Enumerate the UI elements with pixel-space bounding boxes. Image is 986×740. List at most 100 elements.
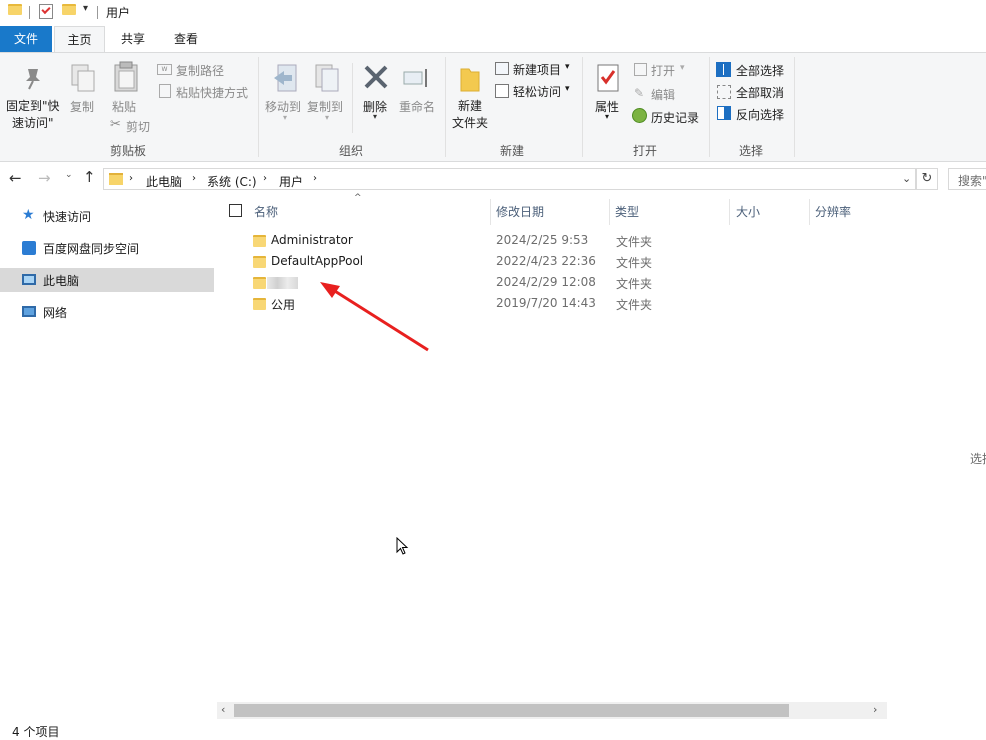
breadcrumb-this-pc[interactable]: 此电脑 [146, 173, 182, 190]
delete-dropdown-icon[interactable]: ▾ [373, 112, 377, 121]
nav-item-label: 快速访问 [43, 210, 92, 224]
nav-item-label: 此电脑 [43, 274, 80, 288]
window-title: 用户 [106, 6, 131, 20]
easy-access-dropdown-icon[interactable]: ▾ [565, 84, 570, 94]
file-type: 文件夹 [616, 298, 653, 312]
history-button[interactable]: 历史记录 [651, 109, 699, 126]
column-divider[interactable] [729, 199, 730, 225]
paste-button[interactable]: 粘贴 [112, 98, 136, 115]
tab-file[interactable]: 文件 [0, 26, 52, 52]
select-all-button[interactable]: 全部选择 [736, 62, 784, 79]
forward-arrow-icon[interactable]: → [38, 169, 51, 187]
rename-button[interactable]: 重命名 [399, 98, 435, 115]
open-button[interactable]: 打开 [651, 62, 675, 79]
annotation-arrow [320, 282, 429, 352]
delete-x-icon [362, 63, 390, 94]
navigation-pane: ★ 快速访问 百度网盘同步空间 此电脑 网络 [0, 195, 215, 715]
paste-shortcut-icon [159, 84, 171, 98]
address-box[interactable]: › 此电脑 › 系统 (C:) › 用户 › ⌄ [103, 168, 916, 190]
copy-path-button[interactable]: 复制路径 [176, 62, 224, 79]
recent-locations-chevron-icon[interactable]: ⌄ [65, 170, 73, 180]
new-folder-icon [459, 65, 481, 96]
column-modified[interactable]: 修改日期 [496, 203, 544, 220]
mouse-cursor-icon [396, 537, 409, 555]
copy-button[interactable]: 复制 [70, 98, 94, 115]
nav-item-this-pc[interactable]: 此电脑 [0, 268, 214, 292]
select-all-checkbox[interactable] [229, 204, 242, 217]
search-input[interactable]: 搜索" [948, 168, 986, 190]
quick-access-dropdown-icon[interactable]: ▾ [83, 3, 88, 14]
edit-button[interactable]: 编辑 [651, 86, 675, 103]
horizontal-scrollbar[interactable]: ‹ › [217, 702, 887, 719]
tab-home[interactable]: 主页 [54, 26, 105, 53]
file-name: Administrator [271, 233, 353, 247]
pin-icon [22, 67, 44, 94]
ribbon-tabs: 文件 主页 共享 查看 [0, 26, 986, 53]
select-none-button[interactable]: 全部取消 [736, 84, 784, 101]
tab-view[interactable]: 查看 [162, 26, 210, 52]
pin-quick-access-button[interactable]: 固定到"快 [6, 97, 60, 114]
scroll-left-arrow-icon[interactable]: ‹ [221, 703, 225, 716]
move-to-dropdown-icon[interactable]: ▾ [283, 113, 287, 122]
select-none-icon [717, 85, 731, 99]
cut-button[interactable]: 剪切 [126, 118, 150, 135]
group-divider [258, 57, 259, 157]
open-dropdown-icon[interactable]: ▾ [680, 63, 685, 73]
tab-share[interactable]: 共享 [109, 26, 157, 52]
column-size[interactable]: 大小 [736, 203, 760, 220]
copy-to-dropdown-icon[interactable]: ▾ [325, 113, 329, 122]
new-item-dropdown-icon[interactable]: ▾ [565, 62, 570, 72]
network-icon [22, 306, 36, 317]
breadcrumb-system-c[interactable]: 系统 (C:) [207, 173, 257, 190]
folder-icon [109, 173, 123, 185]
breadcrumb-users[interactable]: 用户 [279, 173, 303, 190]
breadcrumb-separator-icon[interactable]: › [263, 173, 267, 184]
new-item-icon [495, 62, 509, 75]
nav-item-baidu-netdisk[interactable]: 百度网盘同步空间 [0, 236, 214, 260]
address-bar-row: ← → ⌄ ↑ › 此电脑 › 系统 (C:) › 用户 › ⌄ ↻ 搜索" [0, 163, 986, 195]
breadcrumb-separator-icon[interactable]: › [192, 173, 196, 184]
column-divider[interactable] [490, 199, 491, 225]
file-row[interactable]: DefaultAppPool 2022/4/23 22:36 文件夹 [250, 251, 850, 272]
pin-quick-access-line2: 速访问" [12, 116, 54, 130]
back-arrow-icon[interactable]: ← [9, 169, 22, 187]
refresh-icon[interactable]: ↻ [916, 168, 938, 190]
column-type[interactable]: 类型 [615, 203, 639, 220]
scrollbar-thumb[interactable] [234, 704, 789, 717]
select-all-icon [716, 62, 731, 77]
title-bar: ▾ 用户 [0, 0, 986, 26]
breadcrumb-separator-icon[interactable]: › [313, 173, 317, 184]
properties-quick-icon[interactable] [39, 4, 53, 19]
new-folder-quick-icon[interactable] [62, 4, 76, 15]
breadcrumb-separator-icon[interactable]: › [129, 173, 133, 184]
properties-dropdown-icon[interactable]: ▾ [605, 112, 609, 121]
easy-access-button[interactable]: 轻松访问 [513, 83, 561, 100]
nav-item-quick-access[interactable]: ★ 快速访问 [0, 204, 214, 228]
file-modified: 2022/4/23 22:36 [496, 254, 596, 268]
new-folder-button[interactable]: 新建 [458, 97, 482, 114]
easy-access-icon [495, 84, 509, 98]
paste-icon [113, 61, 139, 96]
scroll-right-arrow-icon[interactable]: › [873, 703, 877, 716]
move-to-icon [272, 63, 298, 96]
file-modified: 2024/2/29 12:08 [496, 275, 596, 289]
preview-pane-hint: 选择 [970, 452, 986, 466]
copy-icon [70, 63, 96, 96]
divider [97, 6, 98, 19]
divider [29, 6, 30, 19]
open-icon [634, 63, 647, 76]
computer-icon [22, 274, 36, 285]
address-dropdown-icon[interactable]: ⌄ [902, 172, 911, 185]
column-divider[interactable] [609, 199, 610, 225]
file-modified: 2019/7/20 14:43 [496, 296, 596, 310]
paste-shortcut-button[interactable]: 粘贴快捷方式 [176, 84, 248, 101]
up-arrow-icon[interactable]: ↑ [83, 168, 96, 186]
column-name[interactable]: 名称 [254, 203, 278, 220]
invert-selection-button[interactable]: 反向选择 [736, 106, 784, 123]
file-row[interactable]: Administrator 2024/2/25 9:53 文件夹 [250, 230, 850, 251]
new-item-button[interactable]: 新建项目 [513, 61, 561, 78]
nav-item-network[interactable]: 网络 [0, 300, 214, 324]
folder-icon [8, 4, 22, 15]
column-resolution[interactable]: 分辨率 [815, 203, 851, 220]
column-divider[interactable] [809, 199, 810, 225]
